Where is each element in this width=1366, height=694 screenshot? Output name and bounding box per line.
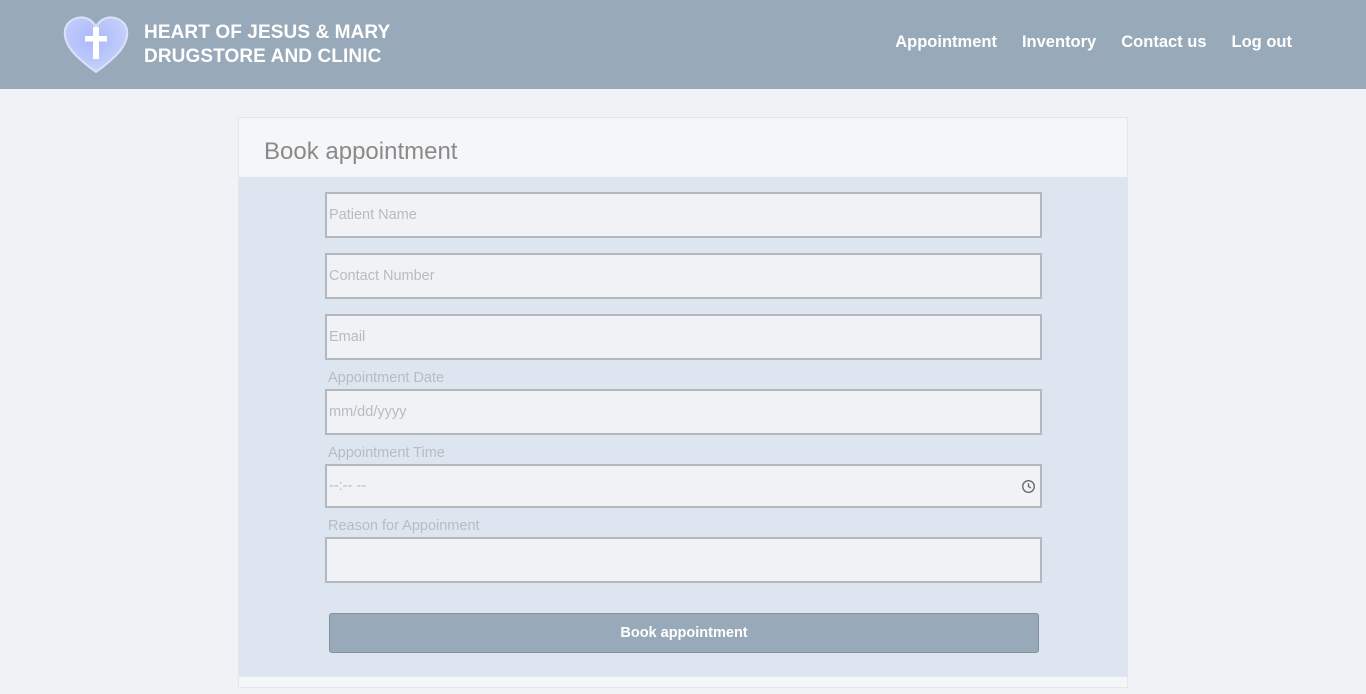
appointment-date-label: Appointment Date (328, 370, 445, 386)
appointment-form: Appointment Date Appointment Time --:-- … (239, 177, 1127, 677)
top-navbar: HEART OF JESUS & MARY DRUGSTORE AND CLIN… (0, 0, 1366, 89)
nav-menu: Appointment Inventory Contact us Log out (895, 33, 1292, 52)
reason-input[interactable] (325, 537, 1042, 583)
nav-inventory-link[interactable]: Inventory (1022, 33, 1096, 52)
patient-name-input[interactable] (325, 192, 1042, 238)
heart-cross-icon[interactable] (62, 14, 130, 74)
nav-appointment-link[interactable]: Appointment (895, 33, 997, 52)
contact-number-input[interactable] (325, 253, 1042, 299)
appointment-time-input[interactable]: --:-- -- (325, 464, 1042, 508)
nav-contact-link[interactable]: Contact us (1121, 33, 1206, 52)
brand-line-2: DRUGSTORE AND CLINIC (144, 46, 382, 67)
reason-label: Reason for Appoinment (328, 518, 480, 534)
brand-name: HEART OF JESUS & MARY DRUGSTORE AND CLIN… (144, 21, 390, 69)
time-value: --:-- -- (329, 478, 367, 494)
appointment-date-input[interactable] (325, 389, 1042, 435)
appointment-time-label: Appointment Time (328, 445, 445, 461)
card-header: Book appointment (239, 118, 1127, 177)
email-input[interactable] (325, 314, 1042, 360)
book-appointment-button[interactable]: Book appointment (329, 613, 1039, 653)
brand-line-1: HEART OF JESUS & MARY (144, 22, 391, 43)
appointment-card: Book appointment Appointment Date Appoin… (238, 117, 1128, 688)
page-title: Book appointment (264, 138, 458, 165)
clock-icon[interactable] (1021, 479, 1036, 494)
nav-logout-link[interactable]: Log out (1232, 33, 1292, 52)
